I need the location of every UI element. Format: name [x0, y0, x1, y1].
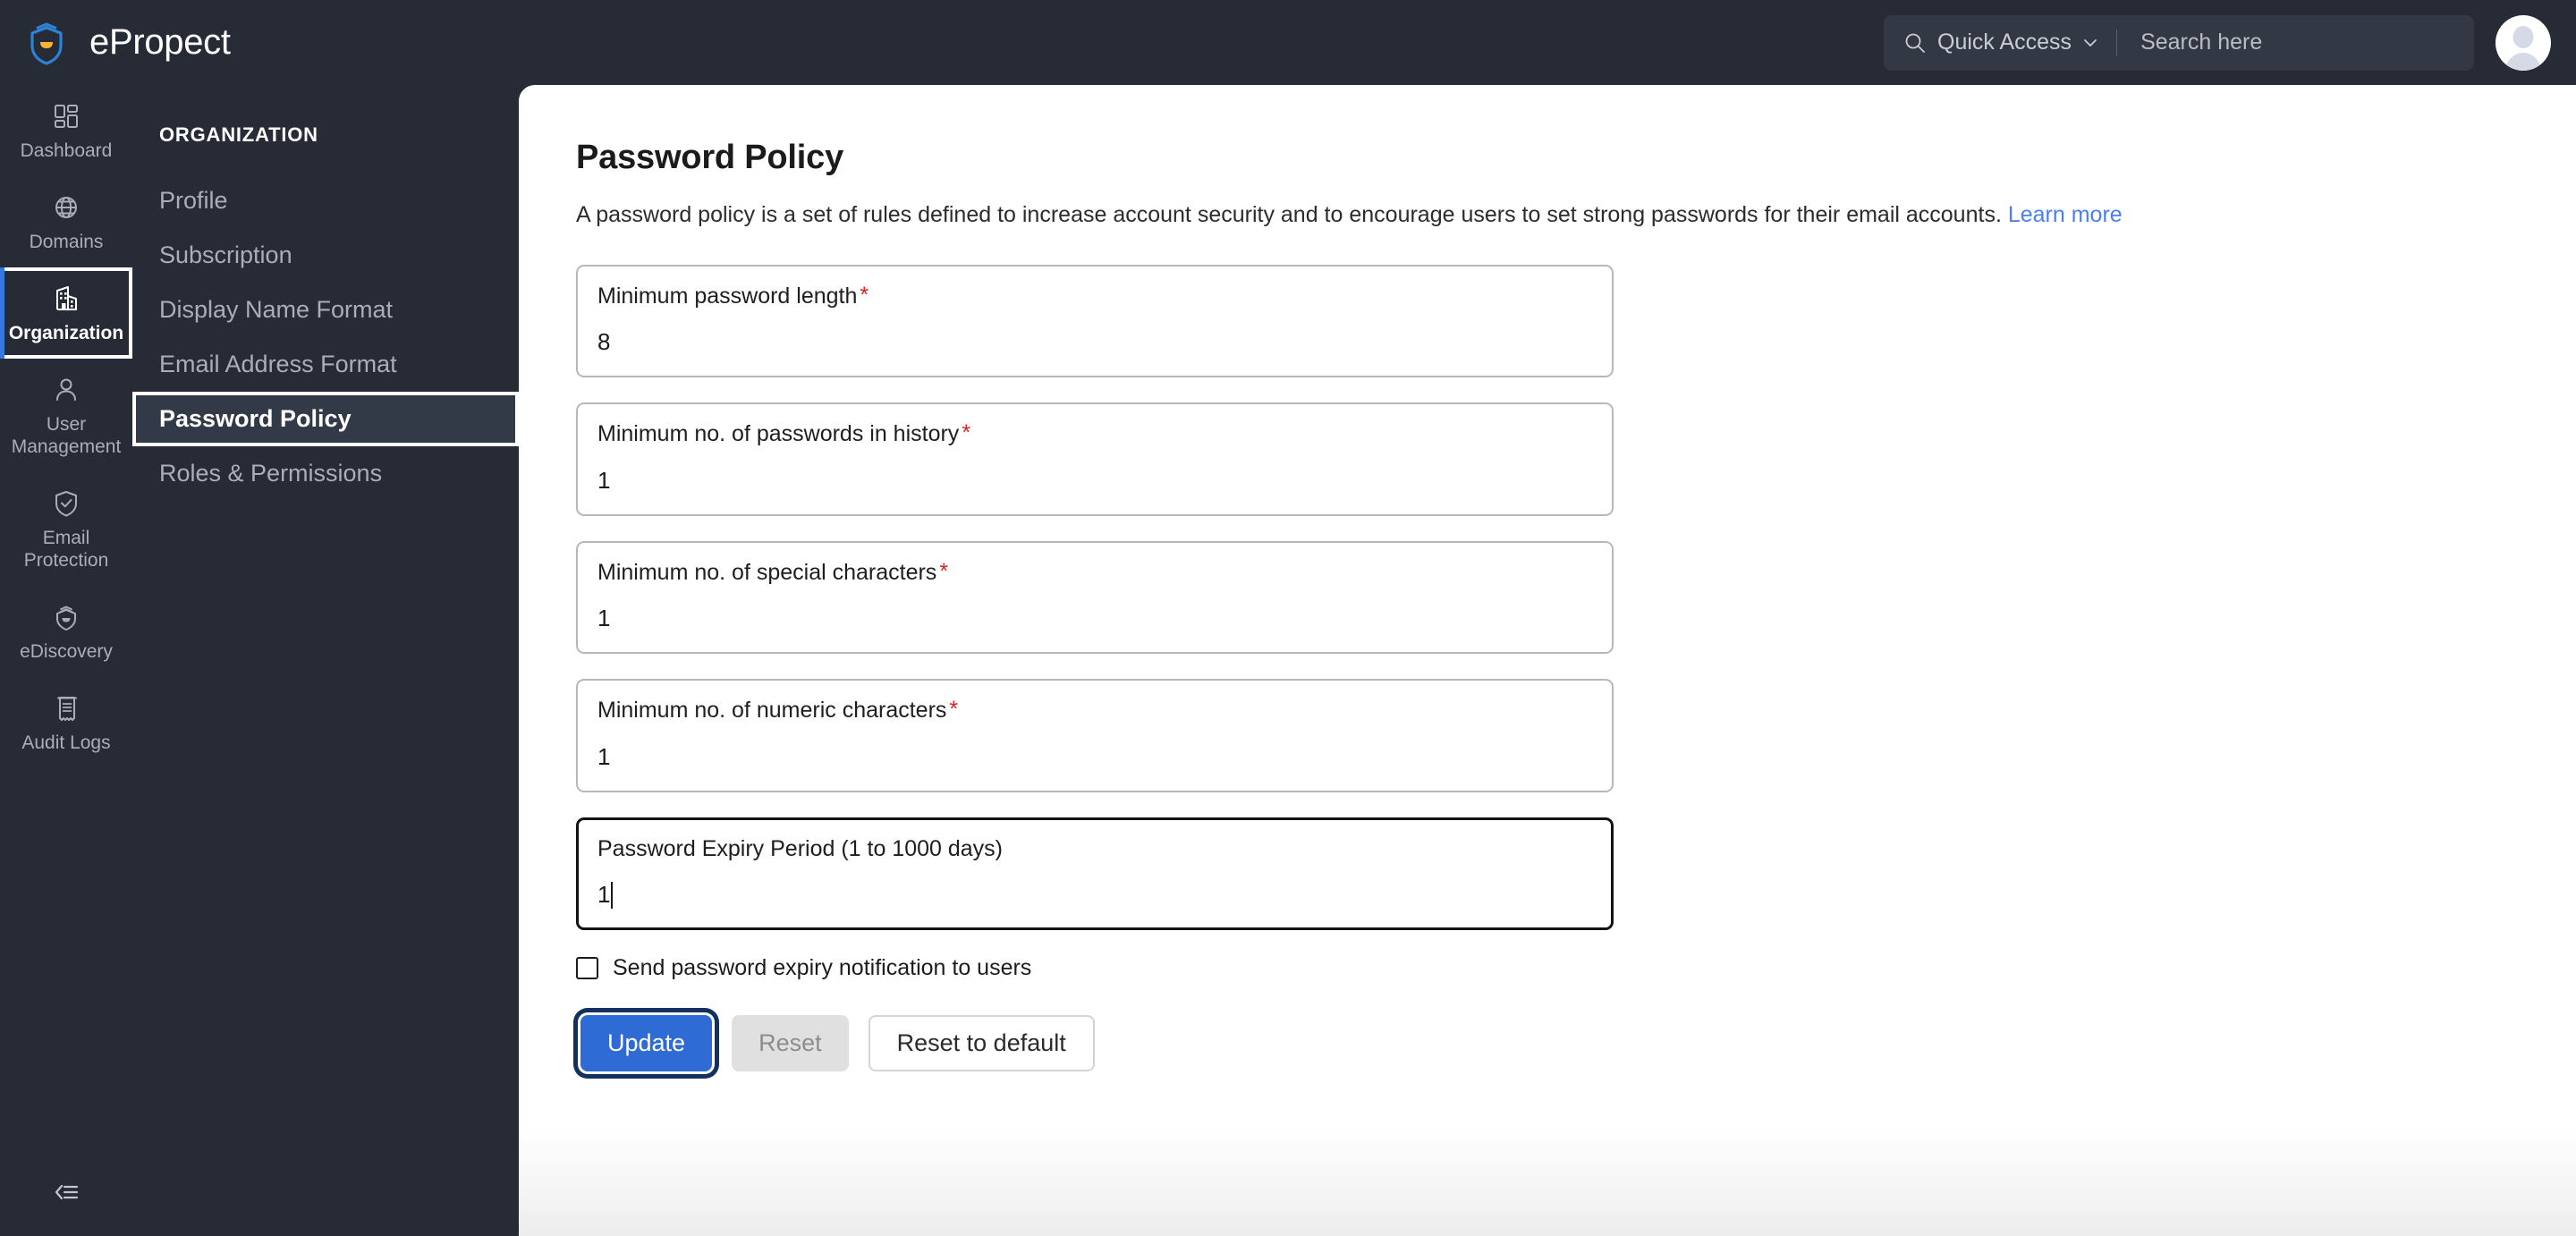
field-label: Password Expiry Period (1 to 1000 days) — [597, 835, 1592, 862]
collapse-sidebar-icon — [55, 1184, 79, 1200]
required-asterisk: * — [962, 420, 971, 446]
avatar[interactable] — [2496, 14, 2551, 71]
top-header: ePropect Quick Access — [0, 0, 2576, 85]
field-label-text: Minimum no. of numeric characters — [597, 698, 947, 724]
secondary-nav-title: ORGANIZATION — [159, 123, 318, 146]
page-description: A password policy is a set of rules defi… — [576, 200, 2576, 231]
page-title: Password Policy — [576, 139, 844, 176]
sidebar-item-label: Audit Logs — [21, 732, 111, 753]
field-value-text: 1 — [597, 605, 611, 632]
subnav-item-label: Profile — [159, 187, 228, 214]
helmet-icon — [56, 605, 76, 631]
sidebar-item-audit-logs[interactable]: Audit Logs — [0, 677, 132, 768]
field-value: 1 — [597, 467, 1592, 495]
building-icon — [56, 286, 77, 310]
avatar-head — [2512, 25, 2534, 48]
reset-button[interactable]: Reset — [732, 1015, 849, 1072]
brand-name: ePropect — [89, 22, 231, 62]
field-label-text: Minimum password length — [597, 283, 858, 309]
send-expiry-notification-label: Send password expiry notification to use… — [613, 955, 1032, 981]
quick-access-label: Quick Access — [1937, 30, 2072, 55]
field-label-text: Minimum no. of passwords in history — [597, 421, 960, 447]
secondary-nav: ORGANIZATION Profile Subscription Displa… — [132, 85, 519, 1236]
sidebar-item-user-management[interactable]: User Management — [0, 359, 132, 472]
form-actions: Update Reset Reset to default — [576, 1015, 2576, 1072]
avatar-body — [2504, 52, 2542, 71]
document-list-icon — [57, 697, 77, 721]
sidebar-item-label: Dashboard — [20, 140, 113, 161]
subnav-item-subscription[interactable]: Subscription — [132, 228, 519, 283]
subnav-item-label: Password Policy — [159, 405, 352, 432]
user-icon — [56, 378, 76, 401]
chevron-down-icon — [2084, 38, 2097, 47]
subnav-item-display-name-format[interactable]: Display Name Format — [132, 283, 519, 337]
field-label: Minimum no. of passwords in history * — [597, 422, 1592, 447]
shield-check-icon — [55, 491, 77, 517]
dashboard-grid-icon — [55, 105, 78, 128]
field-minimum-passwords-in-history[interactable]: Minimum no. of passwords in history * 1 — [576, 402, 1614, 516]
subnav-item-label: Display Name Format — [159, 296, 394, 323]
subnav-item-label: Email Address Format — [159, 351, 397, 377]
field-value: 8 — [597, 328, 1592, 356]
sidebar-item-label: Domains — [29, 232, 104, 252]
page-description-text: A password policy is a set of rules defi… — [576, 202, 2002, 227]
send-expiry-notification-row[interactable]: Send password expiry notification to use… — [576, 955, 2576, 981]
subnav-item-label: Roles & Permissions — [159, 460, 383, 487]
field-minimum-numeric-characters[interactable]: Minimum no. of numeric characters * 1 — [576, 679, 1614, 792]
brand[interactable]: ePropect — [0, 19, 231, 67]
field-value-text: 8 — [597, 328, 611, 356]
search-input[interactable] — [2140, 30, 2474, 55]
bottom-fade — [519, 1129, 2576, 1236]
subnav-item-label: Subscription — [159, 241, 292, 268]
app-root: ePropect Quick Access Search here Dashbo… — [0, 0, 2576, 1236]
collapse-sidebar-button[interactable] — [0, 1181, 132, 1204]
field-password-expiry-period[interactable]: Password Expiry Period (1 to 1000 days) … — [576, 817, 1614, 931]
sidebar-rail: Dashboard Domains Organization User Mana… — [0, 85, 132, 1236]
sidebar-item-organization[interactable]: Organization — [0, 267, 132, 359]
field-value: 1 — [597, 743, 1592, 771]
learn-more-link[interactable]: Learn more — [2008, 202, 2123, 227]
field-label-text: Password Expiry Period (1 to 1000 days) — [597, 835, 1003, 861]
quick-access-dropdown[interactable]: Quick Access — [1884, 15, 2116, 71]
search-icon — [1905, 33, 1925, 53]
subnav-item-email-address-format[interactable]: Email Address Format — [132, 337, 519, 392]
sidebar-item-dashboard[interactable]: Dashboard — [0, 85, 132, 176]
field-label: Minimum password length * — [597, 284, 1592, 309]
field-label: Minimum no. of numeric characters * — [597, 698, 1592, 724]
main-content-inner: Password Policy A password policy is a s… — [519, 85, 2576, 1072]
field-value-text: 1 — [597, 881, 611, 909]
required-asterisk: * — [939, 558, 949, 584]
field-value-text: 1 — [597, 742, 611, 770]
field-value: 1 — [597, 881, 1592, 909]
field-label: Minimum no. of special characters * — [597, 558, 1592, 586]
main-content-panel: Password Policy A password policy is a s… — [519, 85, 2576, 1236]
field-minimum-special-characters[interactable]: Minimum no. of special characters * 1 — [576, 540, 1614, 655]
subnav-item-roles-permissions[interactable]: Roles & Permissions — [132, 446, 519, 501]
field-value: 1 — [597, 605, 1592, 632]
global-search-bar[interactable]: Quick Access — [1884, 14, 2474, 71]
password-policy-form: Minimum password length * 8 Minimum no. … — [576, 264, 2576, 1072]
field-value-text: 1 — [597, 466, 611, 494]
field-minimum-password-length[interactable]: Minimum password length * 8 — [576, 264, 1614, 378]
subnav-item-profile[interactable]: Profile — [132, 174, 519, 228]
update-button[interactable]: Update — [580, 1015, 713, 1072]
required-asterisk: * — [949, 697, 959, 723]
send-expiry-notification-checkbox[interactable] — [576, 957, 598, 980]
shield-smile-logo-icon — [30, 22, 63, 65]
search-input-wrap — [2117, 15, 2474, 71]
text-cursor — [611, 881, 614, 909]
sidebar-item-label: User Management — [11, 414, 122, 457]
required-asterisk: * — [860, 282, 869, 308]
sidebar-item-domains[interactable]: Domains — [0, 176, 132, 267]
subnav-item-password-policy[interactable]: Password Policy — [132, 392, 519, 446]
globe-icon — [55, 197, 77, 218]
reset-to-default-button[interactable]: Reset to default — [868, 1015, 1095, 1072]
sidebar-item-label: Email Protection — [23, 528, 109, 571]
header-right-group: Quick Access — [1884, 14, 2576, 71]
field-label-text: Minimum no. of special characters — [597, 559, 937, 585]
sidebar-item-label: eDiscovery — [20, 641, 113, 662]
sidebar-item-ediscovery[interactable]: eDiscovery — [0, 586, 132, 677]
sidebar-item-label: Organization — [8, 323, 124, 343]
sidebar-item-email-protection[interactable]: Email Protection — [0, 472, 132, 586]
